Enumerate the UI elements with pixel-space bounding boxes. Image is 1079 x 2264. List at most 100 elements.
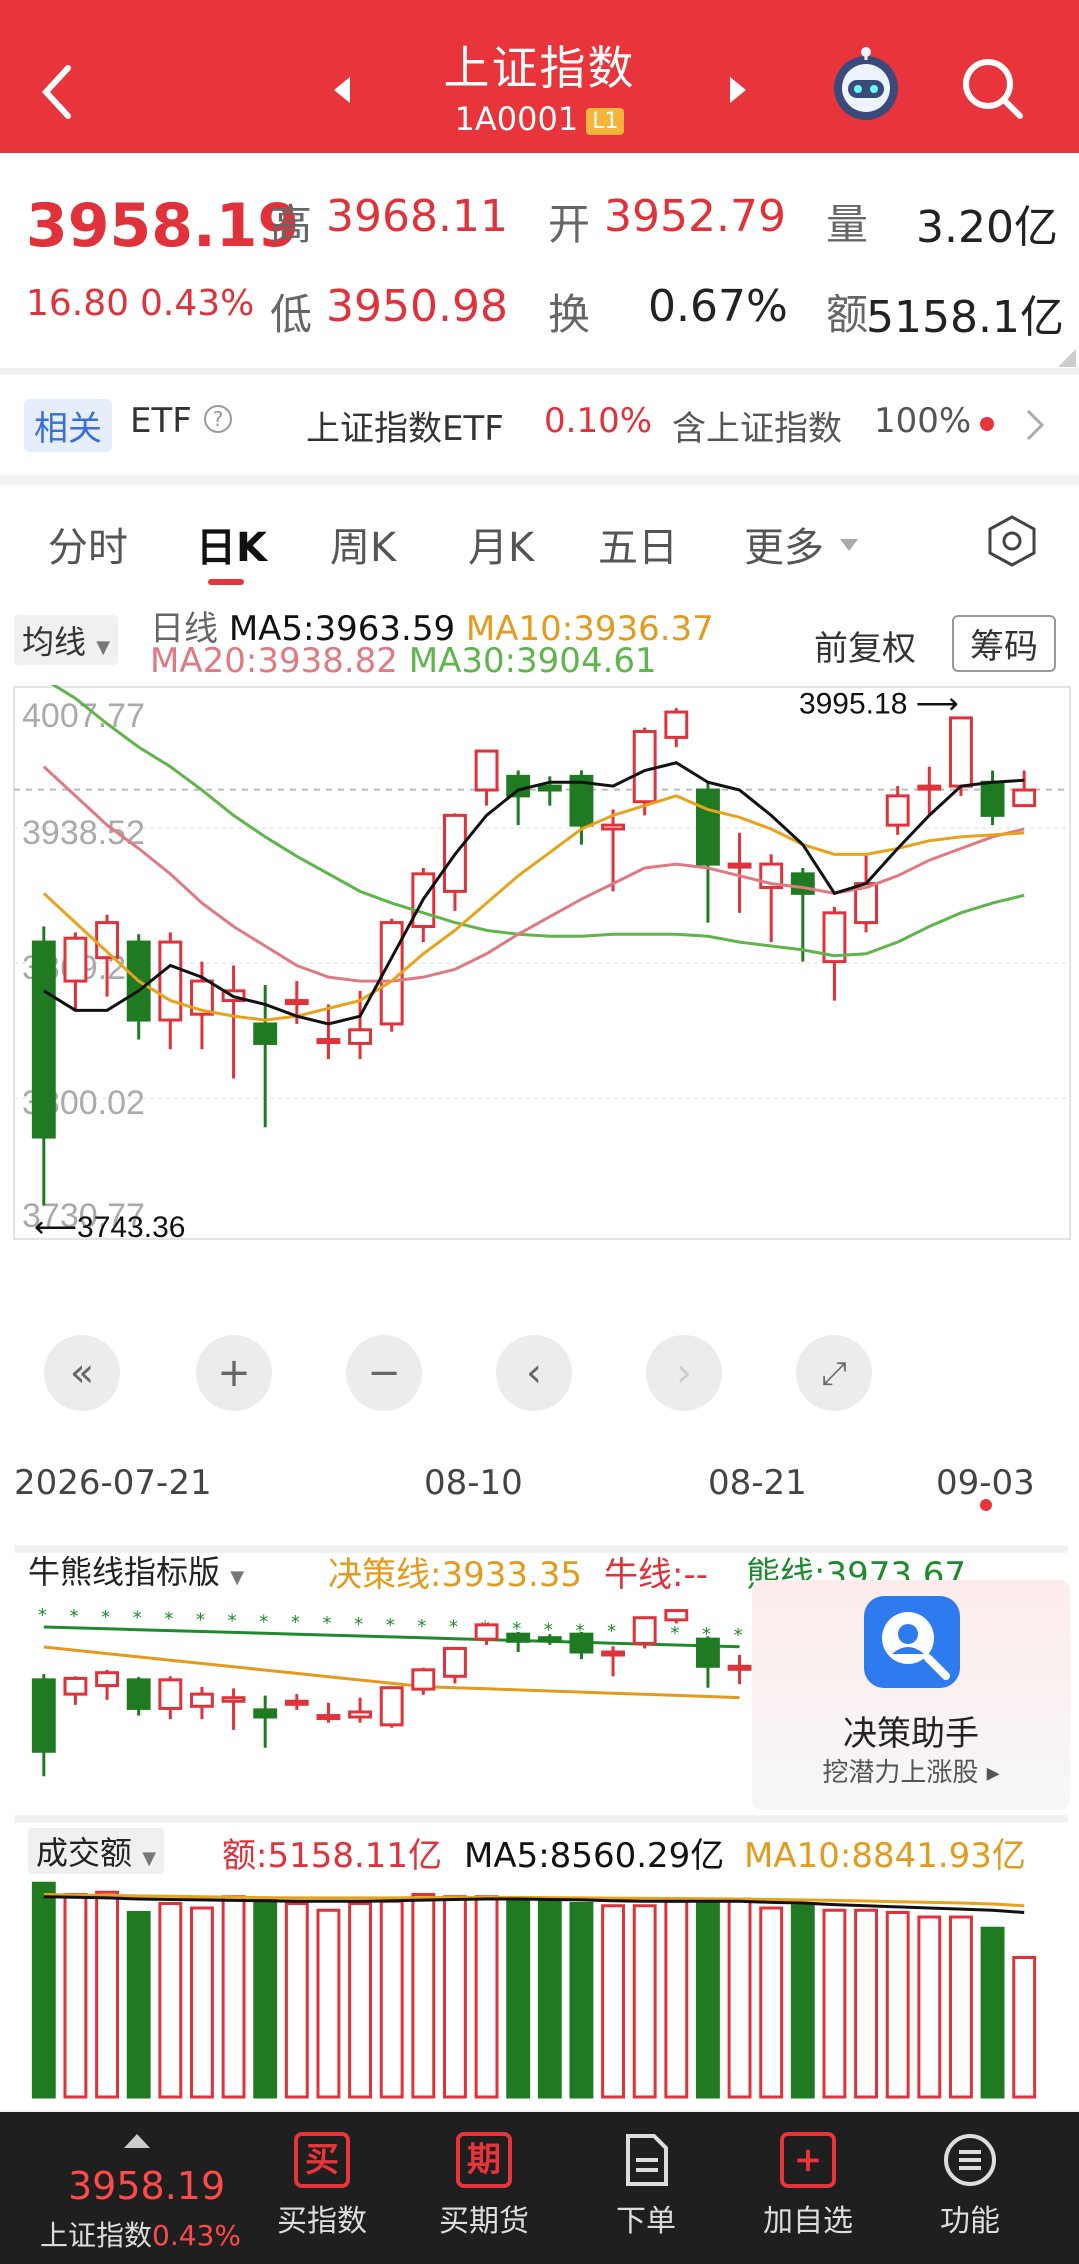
- bear-star-0: *: [38, 1605, 47, 1626]
- ind-candle-body-13: [443, 1646, 467, 1678]
- volume-bar-12: [411, 1893, 436, 2099]
- ind-candle-body-1: [63, 1676, 88, 1696]
- order-button[interactable]: 下单: [576, 2132, 716, 2240]
- candle-body-0: [31, 940, 56, 1139]
- ind-candle-body-17: [569, 1632, 594, 1654]
- indicator-selector-label: 牛熊线指标版: [28, 1553, 221, 1591]
- volume-bar-29: [949, 1915, 973, 2099]
- ind-candle-body-12: [411, 1668, 436, 1691]
- zoom-out-button[interactable]: −: [346, 1335, 422, 1411]
- turnover-label: 换: [548, 290, 591, 339]
- expand-up-icon[interactable]: [122, 2130, 152, 2150]
- adjust-mode[interactable]: 前复权: [814, 621, 916, 670]
- candle-body-29: [949, 716, 973, 788]
- buy-futures-button[interactable]: 期买期货: [414, 2132, 554, 2240]
- decision-assistant-card[interactable]: 决策助手 挖潜力上涨股 ▸: [752, 1580, 1070, 1810]
- volume-value: 3.20亿: [916, 202, 1058, 253]
- tab-intraday[interactable]: 分时: [48, 515, 128, 573]
- assistant-app-icon: [864, 1596, 960, 1688]
- volume-amount: 额:5158.11亿: [222, 1836, 443, 1876]
- x-label-1: 08-10: [424, 1463, 523, 1503]
- candle-body-28: [917, 784, 942, 791]
- low-marker-label: ⟵3743.36: [34, 1211, 185, 1244]
- ind-candle-body-15: [506, 1632, 531, 1643]
- open-label: 开: [548, 200, 591, 249]
- volume-bar-16: [537, 1899, 562, 2099]
- buy-icon: 买: [294, 2132, 350, 2188]
- ind-candle-body-3: [126, 1678, 151, 1710]
- volume-ma5: MA5:8560.29亿: [464, 1836, 725, 1876]
- add-watchlist-button[interactable]: + 加自选: [738, 2132, 878, 2240]
- bottom-pct: 0.43%: [152, 2219, 241, 2252]
- today-dot: [980, 1499, 992, 1511]
- volume-bar-13: [443, 1895, 467, 2099]
- bear-star-6: *: [228, 1610, 237, 1631]
- zoom-in-button[interactable]: +: [196, 1335, 272, 1411]
- related-etf-bar[interactable]: 相关 ETF ? 上证指数ETF 0.10% 含上证指数 100%: [0, 375, 1079, 475]
- price-change: 16.80: [26, 283, 130, 324]
- pan-left-button[interactable]: ‹: [496, 1335, 572, 1411]
- bull-bear-chart[interactable]: ***********************: [0, 1587, 760, 1807]
- volume-bar-4: [158, 1902, 183, 2099]
- candle-body-22: [727, 862, 752, 869]
- high-label: 高: [270, 200, 313, 249]
- bear-star-8: *: [291, 1612, 300, 1633]
- candle-body-18: [601, 823, 625, 831]
- volume-bar-22: [727, 1897, 752, 2099]
- candle-body-21: [696, 788, 720, 866]
- volume-bar-5: [190, 1906, 214, 2099]
- bear-star-12: *: [417, 1616, 426, 1637]
- dropdown-arrow-icon: [840, 539, 858, 551]
- ind-candle-body-6: [221, 1696, 246, 1703]
- tab-weekly-k[interactable]: 周K: [330, 515, 396, 573]
- volume-bar-24: [790, 1904, 815, 2099]
- header: 上证指数 1A0001 L1: [0, 0, 1079, 153]
- buy-index-label: 买指数: [277, 2204, 367, 2239]
- turnover-value: 0.67%: [648, 281, 788, 332]
- chart-area: 均线 ▼ 日线 MA5:3963.59 MA10:3936.37 MA20:39…: [0, 595, 1079, 2110]
- ind-candle-body-20: [664, 1609, 689, 1622]
- volume-bar-2: [95, 1890, 119, 2099]
- buy-index-button[interactable]: 买买指数: [252, 2132, 392, 2240]
- tab-daily-k[interactable]: 日K: [196, 515, 267, 573]
- search-icon[interactable]: [958, 54, 1028, 124]
- etf-name: 上证指数ETF: [306, 409, 504, 449]
- volume-bar-21: [696, 1897, 720, 2099]
- volume-bar-15: [506, 1897, 531, 2099]
- kline-chart[interactable]: 4007.773938.523869.273800.023730.773995.…: [0, 685, 1079, 1245]
- order-label: 下单: [616, 2204, 676, 2239]
- settings-hex-icon[interactable]: [984, 513, 1040, 569]
- functions-button[interactable]: 功能: [900, 2132, 1040, 2240]
- corner-fold-icon: [1058, 349, 1076, 367]
- candle-body-30: [980, 780, 1005, 817]
- ind-candle-body-7: [253, 1708, 278, 1719]
- rewind-button[interactable]: «: [44, 1335, 120, 1411]
- tab-more[interactable]: 更多: [744, 515, 824, 573]
- ma-selector[interactable]: 均线 ▼: [14, 615, 119, 665]
- pan-right-button[interactable]: ›: [646, 1335, 722, 1411]
- bear-star-9: *: [322, 1613, 331, 1634]
- amount-label: 额: [826, 290, 869, 339]
- volume-selector[interactable]: 成交额 ▼: [28, 1828, 165, 1874]
- ind-candle-body-0: [31, 1678, 56, 1753]
- fullscreen-button[interactable]: ⤢: [796, 1335, 872, 1411]
- buy-futures-label: 买期货: [439, 2204, 529, 2239]
- volume-selector-label: 成交额: [36, 1834, 133, 1872]
- tab-monthly-k[interactable]: 月K: [468, 515, 534, 573]
- x-label-0: 2026-07-21: [14, 1463, 212, 1503]
- chips-button[interactable]: 筹码: [952, 615, 1056, 672]
- tab-five-day[interactable]: 五日: [598, 515, 678, 573]
- volume-bar-17: [569, 1902, 594, 2099]
- bottom-name: 上证指数: [40, 2219, 153, 2252]
- etf-pct: 0.10%: [544, 401, 653, 441]
- help-icon[interactable]: ?: [204, 405, 232, 433]
- volume-bar-7: [253, 1897, 278, 2099]
- chevron-right-icon[interactable]: [1024, 407, 1048, 443]
- candle-body-27: [885, 794, 910, 827]
- volume-chart[interactable]: [0, 1875, 1079, 2100]
- bear-star-5: *: [196, 1610, 205, 1631]
- low-value: 3950.98: [326, 281, 508, 332]
- robot-assistant-icon[interactable]: [826, 44, 906, 124]
- y-label-0: 4007.77: [22, 697, 145, 735]
- volume-label: 量: [826, 200, 869, 249]
